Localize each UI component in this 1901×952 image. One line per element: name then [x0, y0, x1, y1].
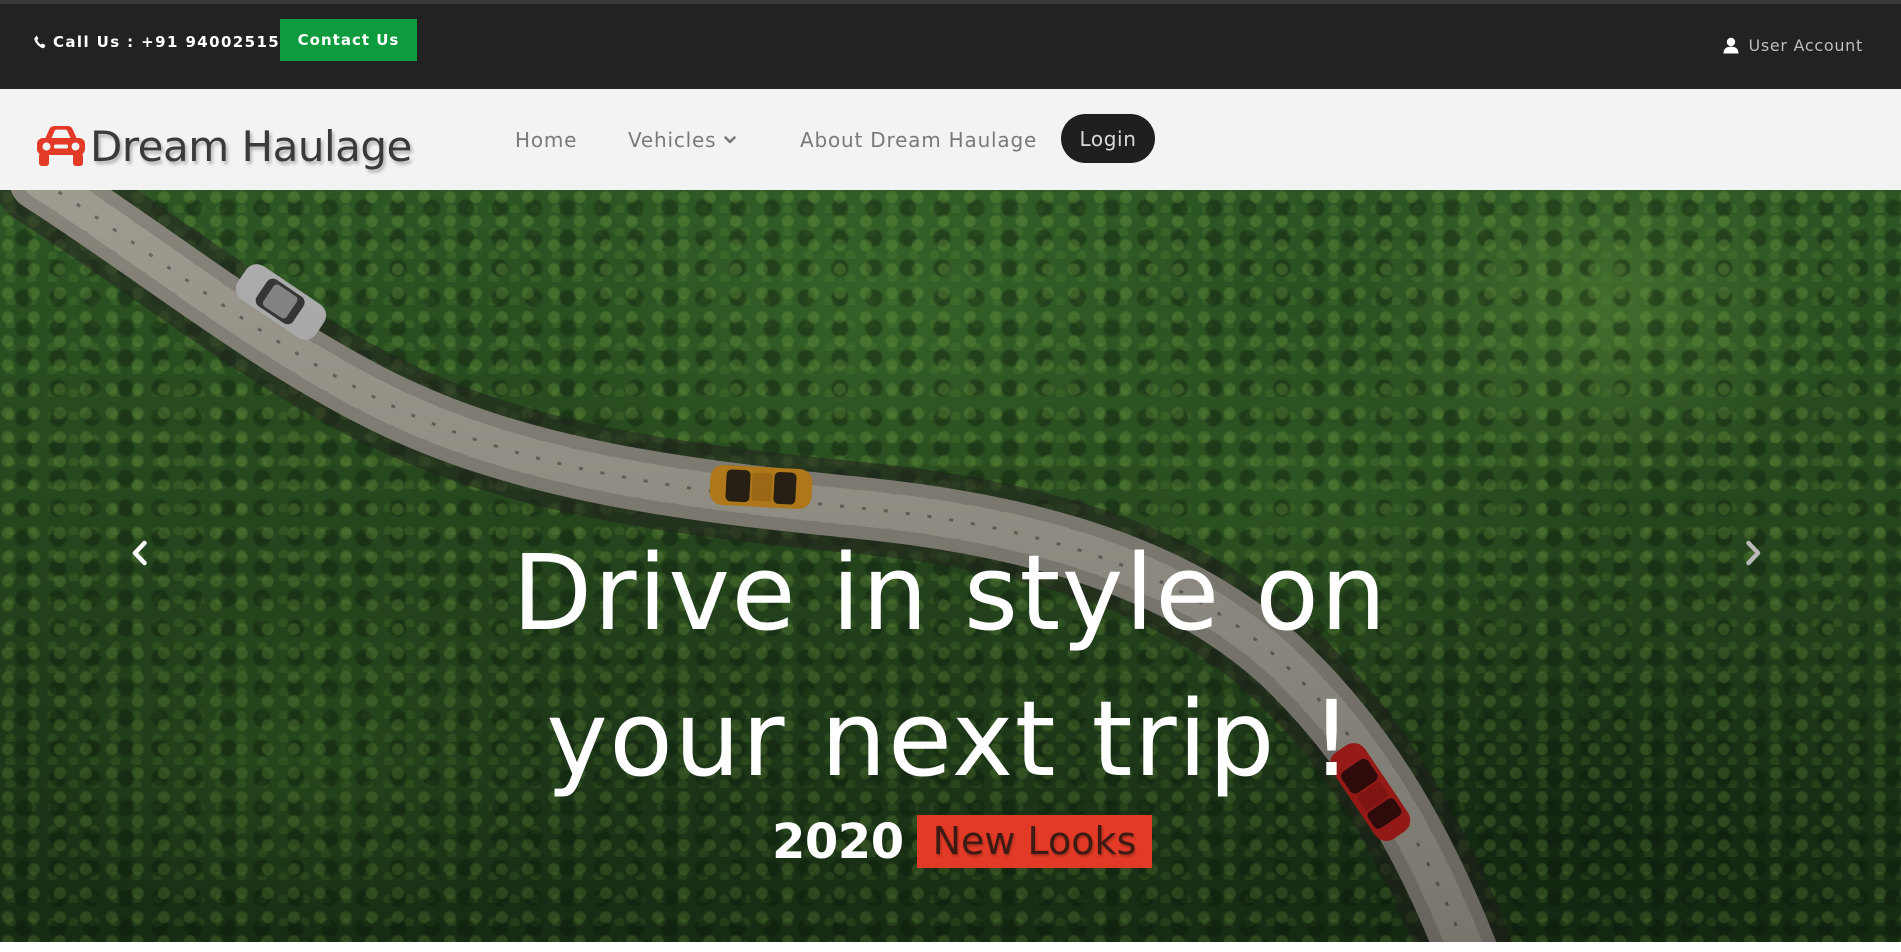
- contact-us-button[interactable]: Contact Us: [280, 19, 417, 61]
- user-account-label: User Account: [1748, 35, 1863, 55]
- chevron-right-icon: [1746, 540, 1761, 566]
- car-icon: [34, 124, 88, 168]
- phone-text: Call Us : +91 9400251580: [53, 33, 304, 51]
- hero-carousel: Drive in style on your next trip ! 2020 …: [0, 190, 1901, 942]
- brand-logo[interactable]: Dream Haulage: [34, 121, 412, 171]
- phone-contact[interactable]: Call Us : +91 9400251580: [34, 27, 304, 57]
- phone-icon: [34, 35, 46, 49]
- hero-title: Drive in style on your next trip !: [512, 532, 1388, 800]
- nav-vehicles-dropdown[interactable]: Vehicles: [628, 122, 737, 158]
- main-navbar: Dream Haulage Home Vehicles About Dream …: [0, 89, 1901, 190]
- carousel-next-button[interactable]: [1740, 538, 1766, 568]
- brand-name: Dream Haulage: [90, 121, 412, 171]
- nav-about[interactable]: About Dream Haulage: [800, 122, 1037, 158]
- carousel-prev-button[interactable]: [127, 538, 153, 568]
- hero-subtitle: 2020 New Looks: [772, 813, 1153, 870]
- top-bar: Call Us : +91 9400251580 Contact Us User…: [0, 0, 1901, 89]
- hero-year: 2020: [772, 813, 904, 870]
- nav-home-label: Home: [515, 128, 578, 152]
- nav-about-label: About Dream Haulage: [800, 128, 1038, 152]
- nav-home[interactable]: Home: [515, 122, 577, 158]
- chevron-left-icon: [132, 540, 147, 566]
- login-button[interactable]: Login: [1061, 114, 1155, 163]
- nav-vehicles-label: Vehicles: [628, 128, 717, 152]
- chevron-down-icon: [724, 135, 737, 145]
- hero-badge: New Looks: [916, 815, 1153, 868]
- page-bottom-strip: [0, 942, 1901, 952]
- user-account-link[interactable]: User Account: [1723, 32, 1863, 58]
- user-icon: [1723, 37, 1739, 54]
